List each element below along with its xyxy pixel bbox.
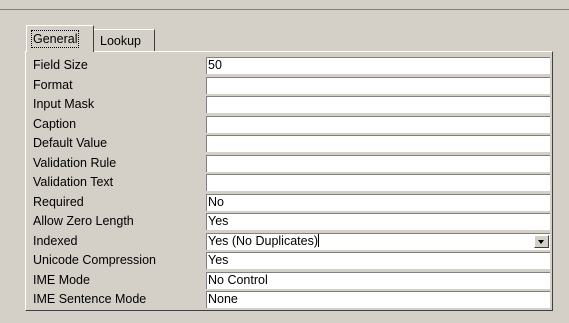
property-row-ime-sentence-mode: IME Sentence Mode None — [33, 290, 550, 310]
input-mask-label: Input Mask — [33, 97, 95, 111]
property-row-validation-rule: Validation Rule — [33, 154, 550, 174]
property-row-validation-text: Validation Text — [33, 173, 550, 193]
allow-zero-length-input[interactable]: Yes — [206, 213, 550, 230]
property-row-caption: Caption — [33, 115, 550, 135]
property-row-ime-mode: IME Mode No Control — [33, 271, 550, 291]
field-size-input[interactable]: 50 — [206, 57, 550, 74]
property-row-required: Required No — [33, 193, 550, 213]
property-row-allow-zero-length: Allow Zero Length Yes — [33, 212, 550, 232]
indexed-value: Yes (No Duplicates) — [208, 233, 319, 248]
default-value-input[interactable] — [206, 135, 550, 152]
indexed-dropdown-button[interactable] — [534, 234, 549, 248]
field-size-label: Field Size — [33, 58, 88, 72]
ime-mode-label: IME Mode — [33, 272, 90, 287]
validation-text-input[interactable] — [206, 174, 550, 191]
property-row-field-size: Field Size 50 — [33, 56, 550, 76]
indexed-label: Indexed — [33, 233, 78, 248]
field-properties-list: Field Size 50 Format Input Mask Caption … — [33, 56, 550, 310]
tab-lookup-label: Lookup — [100, 34, 142, 48]
unicode-compression-label: Unicode Compression — [33, 253, 156, 267]
caption-label: Caption — [33, 116, 77, 131]
property-row-format: Format — [33, 76, 550, 96]
property-row-input-mask: Input Mask — [33, 95, 550, 115]
format-label: Format — [33, 77, 73, 92]
property-row-unicode-compression: Unicode Compression Yes — [33, 251, 550, 271]
validation-text-label: Validation Text — [33, 175, 114, 189]
ime-sentence-mode-input[interactable]: None — [206, 291, 550, 308]
required-input[interactable]: No — [206, 193, 550, 211]
caption-input[interactable] — [206, 115, 550, 133]
validation-rule-input[interactable] — [206, 154, 550, 172]
required-label: Required — [33, 194, 84, 209]
input-mask-input[interactable] — [206, 96, 550, 113]
dropdown-arrow-icon — [538, 239, 544, 244]
format-input[interactable] — [206, 76, 550, 94]
property-row-indexed: Indexed Yes (No Duplicates) — [33, 232, 550, 252]
default-value-label: Default Value — [33, 136, 108, 150]
tab-lookup[interactable]: Lookup — [94, 29, 155, 52]
text-caret — [318, 233, 320, 247]
ime-sentence-mode-label: IME Sentence Mode — [33, 292, 147, 306]
property-row-default-value: Default Value — [33, 134, 550, 154]
ime-mode-input[interactable]: No Control — [206, 271, 550, 289]
allow-zero-length-label: Allow Zero Length — [33, 214, 134, 228]
unicode-compression-input[interactable]: Yes — [206, 252, 550, 269]
validation-rule-label: Validation Rule — [33, 155, 117, 170]
tab-general[interactable]: General — [26, 25, 94, 52]
window-top-edge — [0, 0, 569, 10]
tab-general-label: General — [30, 30, 80, 48]
indexed-combobox[interactable]: Yes (No Duplicates) — [206, 232, 550, 250]
